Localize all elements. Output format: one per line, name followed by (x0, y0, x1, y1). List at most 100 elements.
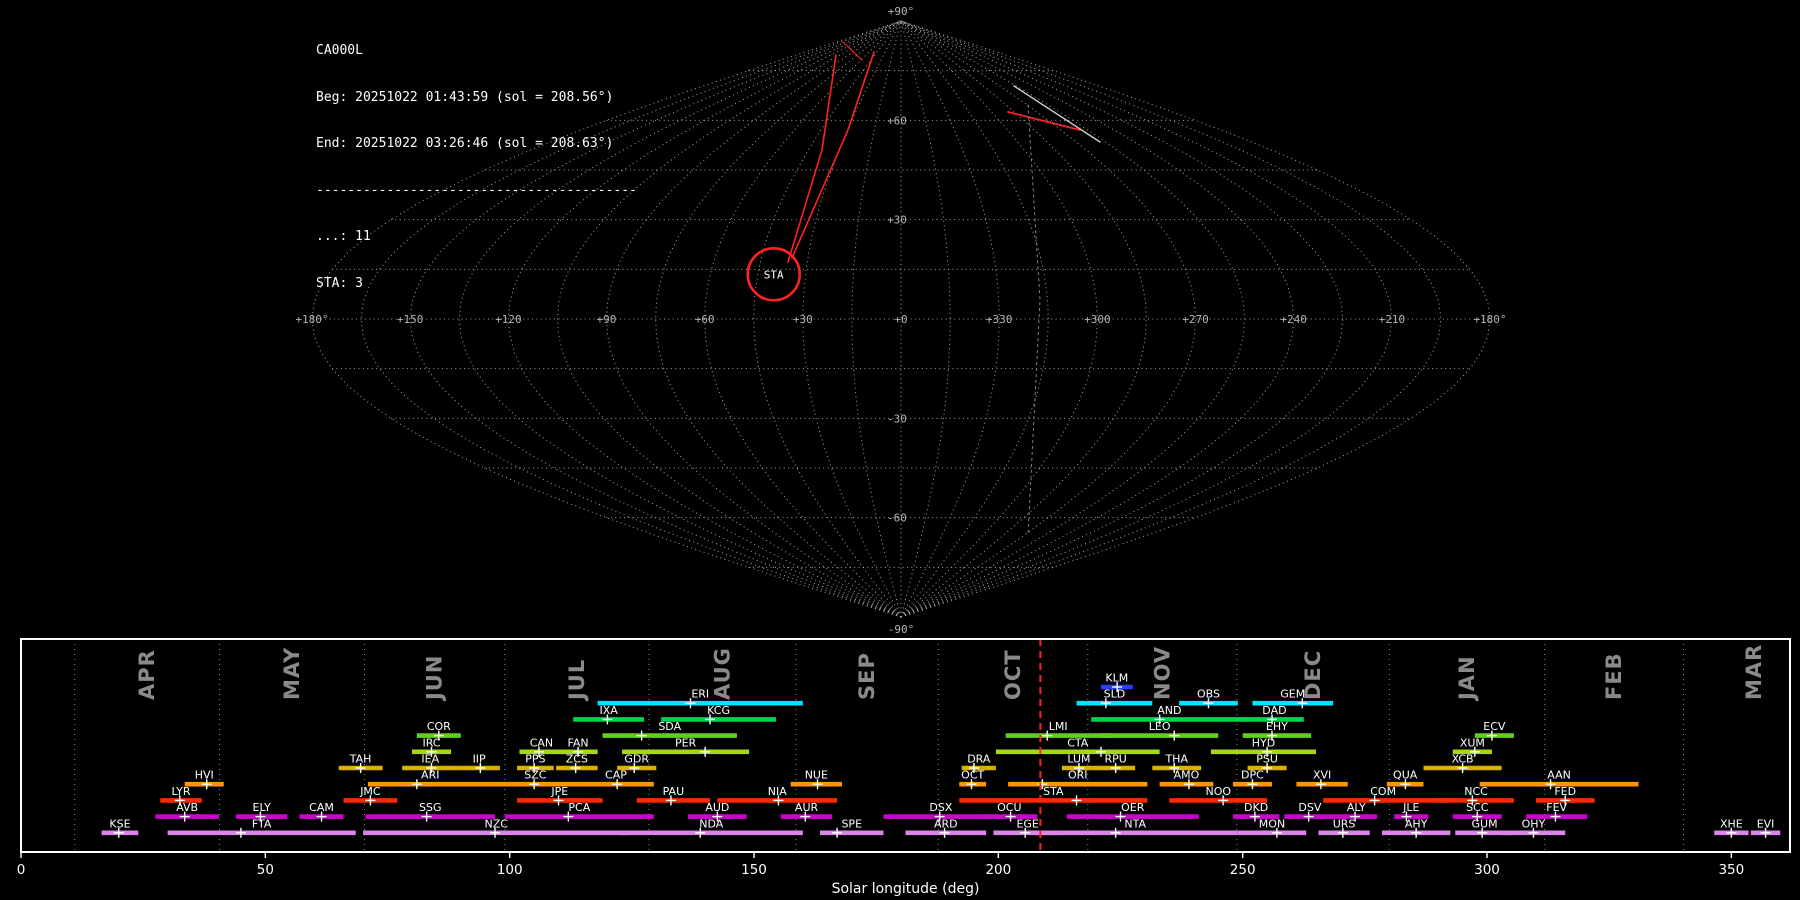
shower-label-STA: STA (1043, 785, 1064, 798)
meridian-line (802, 20, 902, 618)
shower-label-XCB: XCB (1452, 753, 1474, 766)
shower-label-ZCS: ZCS (566, 753, 588, 766)
shower-label-SPE: SPE (841, 817, 862, 830)
shower-label-URS: URS (1333, 817, 1356, 830)
shower-label-GUM: GUM (1472, 817, 1498, 830)
longitude-label: +330 (986, 313, 1013, 326)
month-label: JAN (1455, 655, 1479, 702)
latitude-label: +60 (887, 114, 907, 127)
shower-label-ARD: ARD (934, 817, 958, 830)
shower-label-AHY: AHY (1405, 817, 1428, 830)
shower-label-AND: AND (1157, 704, 1181, 717)
shower-label-ECV: ECV (1483, 720, 1506, 733)
shower-label-SLD: SLD (1104, 688, 1126, 701)
radiant-label: STA (764, 268, 784, 281)
shower-label-SSG: SSG (419, 801, 442, 814)
shower-label-QUA: QUA (1393, 769, 1418, 782)
shower-label-COM: COM (1370, 785, 1396, 798)
x-tick-label: 350 (1718, 862, 1744, 878)
meridian-line (900, 20, 951, 618)
shower-label-NZC: NZC (485, 817, 509, 830)
shower-label-ELY: ELY (253, 801, 272, 814)
meridian-line (900, 20, 1197, 618)
shower-label-DAD: DAD (1262, 704, 1286, 717)
longitude-label: +270 (1182, 313, 1209, 326)
shower-label-NCC: NCC (1464, 785, 1488, 798)
shower-label-LEO: LEO (1149, 720, 1171, 733)
shower-label-IIP: IIP (473, 753, 486, 766)
shower-label-NDA: NDA (699, 817, 724, 830)
shower-label-PER: PER (675, 736, 697, 749)
meridian-line (900, 20, 1049, 618)
shower-label-CAN: CAN (530, 736, 553, 749)
shower-label-OCU: OCU (997, 801, 1021, 814)
shower-label-DSV: DSV (1298, 801, 1321, 814)
shower-label-NUE: NUE (805, 769, 828, 782)
shower-label-PAU: PAU (663, 785, 685, 798)
shower-label-DSX: DSX (929, 801, 952, 814)
shower-label-XVI: XVI (1313, 769, 1331, 782)
meteor-trail (1013, 85, 1101, 143)
shower-label-AVB: AVB (176, 801, 198, 814)
month-label: JUL (565, 659, 589, 702)
shower-label-OHY: OHY (1522, 817, 1546, 830)
shower-label-FTA: FTA (252, 817, 272, 830)
x-axis-title: Solar longitude (deg) (832, 881, 980, 897)
shower-label-EGE: EGE (1016, 817, 1038, 830)
longitude-label: +0 (894, 313, 907, 326)
shower-label-DKD: DKD (1244, 801, 1268, 814)
x-tick-label: 100 (497, 862, 523, 878)
shower-label-OCT: OCT (961, 769, 984, 782)
month-label: OCT (1001, 649, 1025, 700)
meteor-observation-report: +90° +60 +30 -30 -60 -90° +180° +150 +120 +90 +60 +… (0, 0, 1800, 900)
longitude-label: +210 (1379, 313, 1406, 326)
shower-label-DRA: DRA (967, 753, 991, 766)
shower-label-AAN: AAN (1547, 769, 1571, 782)
latitude-label: -60 (887, 512, 907, 525)
shower-label-COR: COR (427, 720, 451, 733)
shower-label-NOO: NOO (1205, 785, 1231, 798)
separator-line: ----------------------------------------… (316, 182, 637, 198)
shower-label-JLE: JLE (1402, 801, 1419, 814)
latitude-label: +30 (887, 214, 907, 227)
month-label: FEB (1602, 652, 1626, 700)
shower-label-FEV: FEV (1546, 801, 1567, 814)
month-label: JUN (423, 655, 447, 702)
shower-label-KLM: KLM (1105, 672, 1128, 685)
station-code: CA000L (316, 43, 363, 58)
shower-label-SCC: SCC (1466, 801, 1489, 814)
sta-count-line: STA: 3 (316, 275, 363, 291)
shower-label-ORI: ORI (1068, 769, 1088, 782)
sky-map-and-activity-plot: +90°+60+30-30-60-90°+180° +150 +120 +90 +60 +… (17, 5, 1791, 897)
shower-label-AUR: AUR (795, 801, 819, 814)
meridian-line (605, 20, 902, 618)
track-curve (1027, 104, 1041, 536)
meteor-trail (791, 51, 875, 259)
month-label: APR (135, 649, 159, 700)
shower-label-FED: FED (1554, 785, 1576, 798)
meridian-line (655, 20, 902, 618)
shower-label-HYD: HYD (1252, 736, 1275, 749)
shower-label-KSE: KSE (109, 817, 130, 830)
shower-label-LYR: LYR (172, 785, 191, 798)
shower-label-LMI: LMI (1049, 720, 1068, 733)
shower-label-AUD: AUD (705, 801, 729, 814)
meteor-trail (787, 54, 837, 263)
shower-label-PPS: PPS (525, 753, 545, 766)
shower-label-HVI: HVI (195, 769, 214, 782)
x-tick-label: 150 (741, 862, 767, 878)
shower-label-XHE: XHE (1720, 817, 1743, 830)
shower-label-IEA: IEA (421, 753, 439, 766)
shower-label-ALY: ALY (1347, 801, 1366, 814)
shower-label-JPE: JPE (550, 785, 568, 798)
shower-label-OBS: OBS (1197, 688, 1220, 701)
shower-label-CAM: CAM (309, 801, 334, 814)
shower-label-EHY: EHY (1266, 720, 1288, 733)
unclassified-count-line: ...: 11 (316, 229, 371, 244)
longitude-label: +60 (695, 313, 715, 326)
shower-label-KCG: KCG (707, 704, 730, 717)
latitude-label: +90° (888, 5, 915, 18)
x-tick-label: 200 (985, 862, 1011, 878)
longitude-label: +180° (1473, 313, 1506, 326)
shower-label-GDR: GDR (624, 753, 649, 766)
